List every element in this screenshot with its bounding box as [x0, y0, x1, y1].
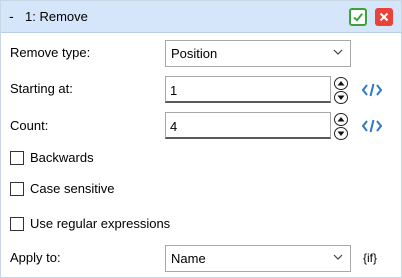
- count-label: Count:: [10, 118, 49, 133]
- code-expression-icon[interactable]: [362, 119, 382, 133]
- remove-type-label: Remove type:: [10, 45, 91, 60]
- count-spinner: [334, 113, 348, 141]
- starting-at-input[interactable]: [170, 81, 320, 99]
- count-input[interactable]: [170, 117, 320, 135]
- close-icon: [379, 12, 389, 22]
- check-icon: [353, 13, 363, 22]
- code-expression-icon[interactable]: [362, 83, 382, 97]
- collapse-toggle[interactable]: -: [9, 8, 14, 24]
- spin-down-icon[interactable]: [334, 127, 348, 140]
- backwards-label: Backwards: [30, 150, 94, 165]
- close-button[interactable]: [375, 8, 393, 26]
- panel-titlebar: - 1: Remove: [1, 1, 401, 33]
- remove-type-value: Position: [171, 46, 218, 61]
- regex-label: Use regular expressions: [30, 216, 171, 231]
- remove-rule-panel: - 1: Remove Remove type: Position Starti…: [0, 0, 402, 278]
- case-sensitive-label: Case sensitive: [30, 181, 115, 196]
- checkbox-box[interactable]: [10, 217, 24, 231]
- spin-up-icon[interactable]: [334, 113, 348, 126]
- starting-at-spinner: [334, 77, 348, 105]
- spin-up-icon[interactable]: [334, 77, 348, 90]
- apply-to-value: Name: [171, 251, 206, 266]
- checkbox-box[interactable]: [10, 182, 24, 196]
- panel-title: 1: Remove: [25, 9, 88, 24]
- accept-button[interactable]: [349, 8, 367, 26]
- chevron-down-icon: [333, 49, 343, 55]
- starting-at-label: Starting at:: [10, 81, 73, 96]
- remove-type-select[interactable]: Position: [165, 40, 351, 67]
- starting-at-field: [165, 76, 331, 103]
- checkbox-box[interactable]: [10, 151, 24, 165]
- spin-down-icon[interactable]: [334, 91, 348, 104]
- apply-to-label: Apply to:: [10, 250, 61, 265]
- chevron-down-icon: [333, 254, 343, 260]
- apply-to-select[interactable]: Name: [165, 245, 351, 272]
- count-field: [165, 112, 331, 139]
- condition-tag[interactable]: {if}: [363, 251, 377, 265]
